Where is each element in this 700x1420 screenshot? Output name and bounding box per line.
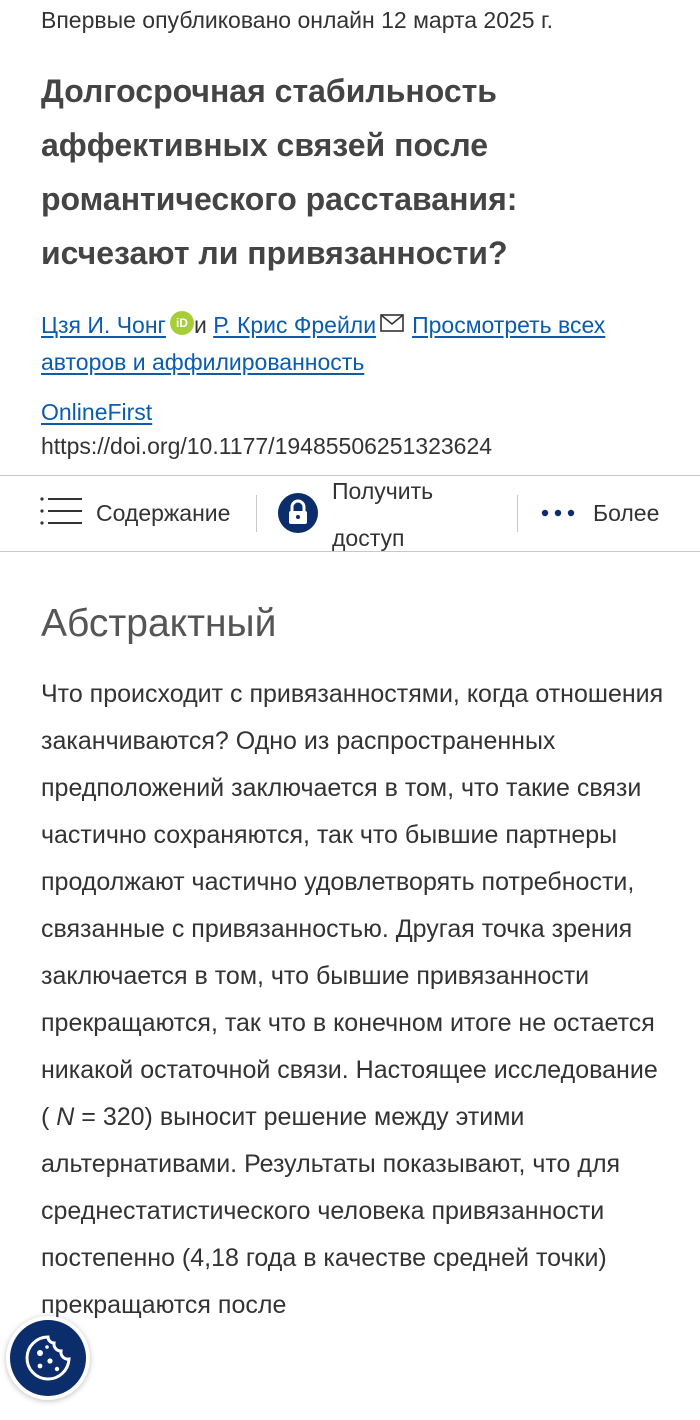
more-button[interactable]: Более (541, 476, 659, 551)
abstract-text-part1: Что происходит с привязанностями, когда … (41, 680, 664, 1131)
orcid-icon[interactable]: iD (169, 311, 194, 335)
get-access-button[interactable]: Получить доступ (278, 476, 498, 551)
author-list: Цзя И. Чонг iD и Р. Крис Фрейли Просмотреть… (41, 306, 681, 381)
online-first-link[interactable]: OnlineFirst (41, 396, 152, 428)
doi-text: https://doi.org/10.1177/1948550625132362… (41, 433, 493, 459)
author-link-r-chris-fraley[interactable]: Р. Крис Фрейли (213, 312, 376, 338)
article-toolbar: Содержание Получить доступ Более (0, 475, 700, 552)
abstract-text: Что происходит с привязанностями, когда … (41, 671, 669, 1329)
lock-icon (278, 493, 318, 533)
more-label: Более (593, 500, 660, 526)
cookie-icon (10, 1320, 86, 1396)
toolbar-divider (517, 495, 518, 532)
toolbar-divider (256, 495, 257, 532)
cookie-settings-button[interactable] (6, 1316, 90, 1400)
list-menu-icon (40, 494, 82, 533)
abstract-text-part2: = 320) выносит решение между этими альте… (41, 1103, 621, 1319)
author-conjunction: и (193, 312, 207, 338)
contents-button[interactable]: Содержание (40, 476, 230, 551)
get-access-label: Получить доступ (332, 478, 434, 551)
abstract-heading: Абстрактный (41, 602, 277, 645)
mail-icon[interactable] (380, 306, 404, 343)
n-symbol: N (56, 1103, 75, 1131)
contents-label: Содержание (96, 500, 231, 526)
article-title: Долгосрочная стабильность аффективных св… (41, 73, 518, 271)
more-dots-icon (541, 505, 575, 523)
publication-date: Впервые опубликовано онлайн 12 марта 202… (41, 7, 553, 33)
author-link-jia-y-chong[interactable]: Цзя И. Чонг (41, 312, 166, 338)
